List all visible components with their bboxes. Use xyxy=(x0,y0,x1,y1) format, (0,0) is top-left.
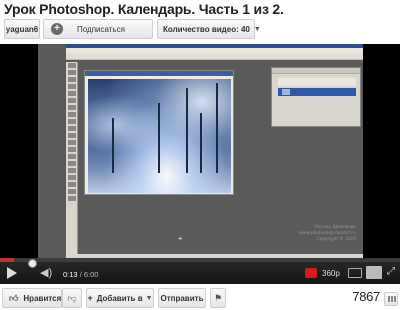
duration: 6:00 xyxy=(83,270,99,279)
plus-icon: + xyxy=(87,293,93,303)
chevron-down-icon: ▼ xyxy=(145,294,153,302)
large-player-icon[interactable] xyxy=(366,266,382,279)
video-watermark: Оксана Артемова www.photoshop-master.ru … xyxy=(299,225,356,242)
video-count-label: Количество видео: 40 xyxy=(163,24,250,34)
photoshop-layers-panel xyxy=(271,67,361,127)
volume-icon[interactable]: ◀) xyxy=(40,267,52,279)
small-player-icon[interactable] xyxy=(348,268,362,278)
flag-icon: ⚑ xyxy=(213,292,223,303)
like-label: Нравится xyxy=(23,293,62,303)
chevron-down-icon: ▼ xyxy=(253,25,261,33)
video-title: Урок Photoshop. Календарь. Часть 1 из 2. xyxy=(4,1,284,17)
action-bar: 👍︎ Нравится 👎︎ + Добавить в ▼ Отправить … xyxy=(0,288,400,310)
fullscreen-icon[interactable]: ⤢ xyxy=(387,266,397,278)
time-display: 0:13 / 6:00 xyxy=(63,270,99,279)
bar-chart-icon[interactable] xyxy=(384,292,398,306)
annotations-toggle-icon[interactable] xyxy=(305,268,317,278)
channel-name-link[interactable]: yaguan6 xyxy=(4,19,40,39)
thumb-down-icon: 👎︎ xyxy=(67,292,77,303)
document-titlebar xyxy=(85,71,233,76)
video-player[interactable]: Оксана Артемова www.photoshop-master.ru … xyxy=(0,44,400,284)
dislike-button[interactable]: 👎︎ xyxy=(62,288,82,308)
youtube-watch-page: Урок Photoshop. Календарь. Часть 1 из 2.… xyxy=(0,0,400,310)
video-count-button[interactable]: Количество видео: 40 ▼ xyxy=(157,19,261,39)
mouse-cursor-icon: ⌖ xyxy=(178,234,183,243)
quality-selector[interactable]: 360p xyxy=(322,269,340,278)
photoshop-options-bar xyxy=(66,53,363,60)
seek-bar[interactable] xyxy=(0,258,400,262)
subscribe-button[interactable]: + Подписаться xyxy=(43,19,153,39)
video-frame[interactable]: Оксана Артемова www.photoshop-master.ru … xyxy=(38,44,363,258)
flag-button[interactable]: ⚑ xyxy=(210,288,226,308)
thumb-up-icon: 👍︎ xyxy=(9,292,19,303)
subscribe-label: Подписаться xyxy=(77,24,125,34)
photoshop-toolbox xyxy=(66,62,78,258)
play-icon[interactable] xyxy=(6,266,18,280)
share-button[interactable]: Отправить xyxy=(158,288,206,308)
seek-handle[interactable] xyxy=(28,259,37,268)
photoshop-document-window xyxy=(84,70,234,195)
winter-landscape-image xyxy=(88,79,231,193)
plus-icon: + xyxy=(51,23,63,35)
add-to-button[interactable]: + Добавить в ▼ xyxy=(86,288,154,308)
current-time: 0:13 xyxy=(63,270,78,279)
like-button[interactable]: 👍︎ Нравится xyxy=(2,288,62,308)
view-count: 7867 xyxy=(352,289,380,304)
seek-bar-played xyxy=(0,258,14,262)
add-label: Добавить в xyxy=(96,293,143,303)
